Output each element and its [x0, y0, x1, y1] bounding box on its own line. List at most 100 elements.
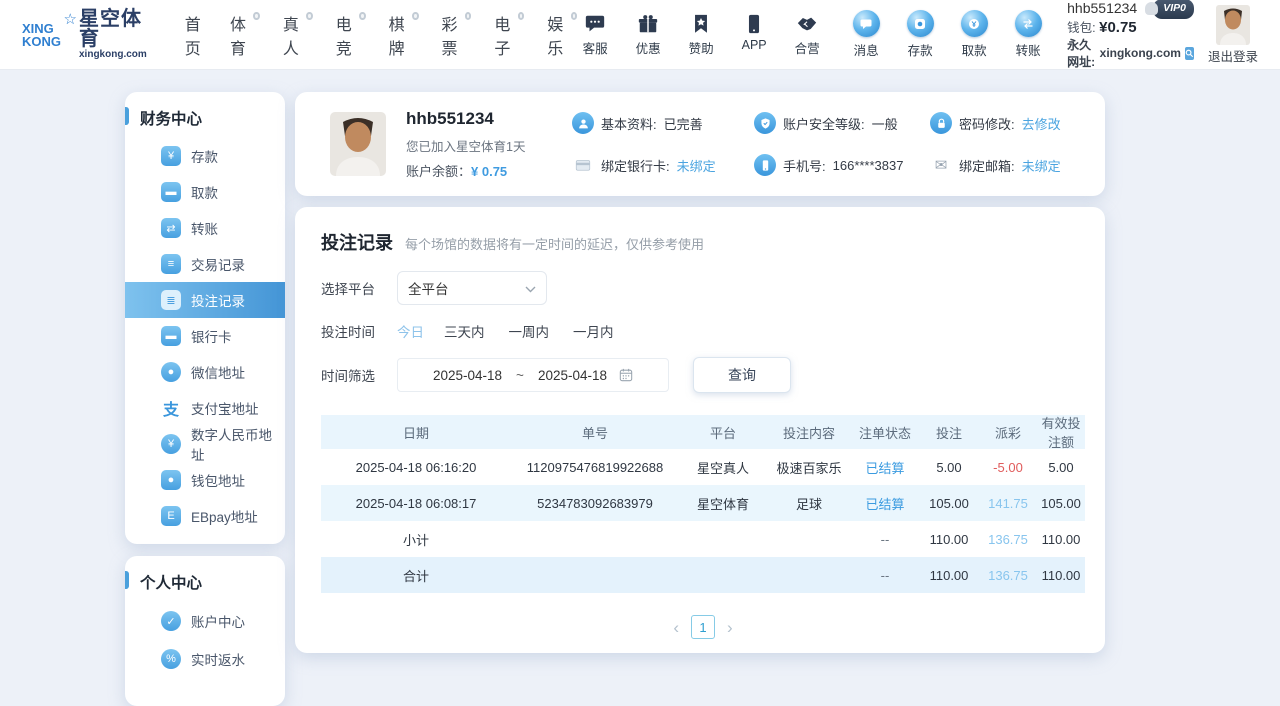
sidebar-item-alipay-address[interactable]: 支支付宝地址 [125, 390, 285, 426]
time-option-month[interactable]: 一月内 [573, 321, 614, 341]
time-option-today[interactable]: 今日 [397, 321, 424, 341]
badge-star-icon [690, 13, 712, 35]
status-badge: 已结算 [851, 458, 919, 477]
phone-icon [754, 154, 776, 176]
profile-card: hhb551234 您已加入星空体育1天 账户余额：¥ 0.75 基本资料:已完… [295, 92, 1105, 196]
nav-item-home[interactable]: 首页 [185, 11, 207, 59]
card-icon: ▬ [161, 182, 181, 202]
time-option-week[interactable]: 一周内 [509, 321, 550, 341]
coin-icon [961, 10, 988, 37]
permanent-url: 永久网址:xingkong.com [1067, 37, 1194, 71]
user-info: hhb551234 VIP0 钱包: ¥0.75 永久网址:xingkong.c… [1067, 0, 1194, 71]
digital-yuan-icon: ¥ [161, 434, 181, 454]
sidebar-item-withdraw[interactable]: ▬取款 [125, 174, 285, 210]
main-nav: 首页 体育 真人 电竞 棋牌 彩票 电子 娱乐 [185, 11, 577, 59]
vip-badge: VIP0 [1153, 0, 1194, 19]
messages-button[interactable]: 消息 [847, 10, 885, 59]
nav-item-live[interactable]: 真人 [283, 11, 313, 59]
time-option-3days[interactable]: 三天内 [444, 321, 485, 341]
finance-panel-title: 财务中心 [125, 92, 285, 138]
smartphone-icon [743, 13, 765, 35]
nav-item-sports[interactable]: 体育 [230, 11, 260, 59]
partnership-link[interactable]: 合营 [789, 13, 825, 57]
next-page-button[interactable]: › [727, 619, 733, 636]
sidebar-item-realtime-rebate[interactable]: %实时返水 [125, 640, 285, 678]
app-download-link[interactable]: APP [736, 13, 772, 57]
sidebar-item-transactions[interactable]: ≡交易记录 [125, 246, 285, 282]
bank-card-outline-icon [572, 154, 594, 176]
nav-badge-icon [465, 12, 472, 20]
subtotal-row: 小计 -- 110.00 136.75 110.00 [321, 521, 1085, 557]
security-level-item: 账户安全等级:一般 [754, 112, 930, 134]
table-header-row: 日期 单号 平台 投注内容 注单状态 投注 派彩 有效投注额 [321, 415, 1085, 449]
vip-emblem-icon [1145, 2, 1158, 15]
bind-bank-card-item: 绑定银行卡:未绑定 [572, 154, 754, 176]
user-avatar[interactable] [1216, 5, 1250, 45]
finance-center-panel: 财务中心 ¥存款 ▬取款 ⇄转账 ≡交易记录 ≣投注记录 ▬银行卡 ●微信地址 … [125, 92, 285, 544]
sidebar-item-ebpay-address[interactable]: EEBpay地址 [125, 498, 285, 534]
page-number-button[interactable]: 1 [691, 615, 715, 639]
sponsor-link[interactable]: 赞助 [683, 13, 719, 57]
nav-item-chess[interactable]: 棋牌 [389, 11, 419, 59]
transfer-button[interactable]: 转账 [1009, 10, 1047, 59]
quick-links: 客服 优惠 赞助 APP 合营 [577, 13, 825, 57]
profile-info-grid: 基本资料:已完善 账户安全等级:一般 密码修改:去修改 绑定银行卡:未绑定 手机… [572, 112, 1090, 176]
deposit-button[interactable]: 存款 [901, 10, 939, 59]
sidebar-item-wechat-address[interactable]: ●微信地址 [125, 354, 285, 390]
bet-records-table: 日期 单号 平台 投注内容 注单状态 投注 派彩 有效投注额 2025-04-1… [321, 415, 1085, 593]
bind-bank-card-link[interactable]: 未绑定 [677, 156, 716, 175]
account-quick-actions: 消息 存款 取款 转账 [847, 10, 1047, 59]
percent-icon: % [161, 649, 181, 669]
calendar-icon[interactable] [619, 368, 633, 382]
date-to-input[interactable]: 2025-04-18 [538, 368, 607, 383]
nav-item-lottery[interactable]: 彩票 [442, 11, 472, 59]
account-check-icon: ✓ [161, 611, 181, 631]
change-password-link[interactable]: 去修改 [1022, 114, 1061, 133]
date-range-label: 时间筛选 [321, 365, 389, 385]
brand-logo-text: ☆ XINGKONG [22, 22, 75, 48]
personal-panel-title: 个人中心 [125, 556, 285, 602]
bind-email-link[interactable]: 未绑定 [1022, 156, 1061, 175]
nav-item-esports[interactable]: 电竞 [336, 11, 366, 59]
nav-item-slots[interactable]: 电子 [494, 11, 524, 59]
sidebar-item-wallet-address[interactable]: ●钱包地址 [125, 462, 285, 498]
status-badge: 已结算 [851, 494, 919, 513]
brand-logo[interactable]: ☆ XINGKONG 星空体育 xingkong.com [22, 9, 147, 60]
deposit-icon [907, 10, 934, 37]
shield-icon [754, 112, 776, 134]
sidebar-item-transfer[interactable]: ⇄转账 [125, 210, 285, 246]
date-range-picker[interactable]: 2025-04-18 ~ 2025-04-18 [397, 358, 669, 392]
sidebar-item-bank-card[interactable]: ▬银行卡 [125, 318, 285, 354]
prev-page-button[interactable]: ‹ [673, 619, 679, 636]
platform-select[interactable]: 全平台 [397, 271, 547, 305]
message-icon [853, 10, 880, 37]
phone-number-item: 手机号:166****3837 [754, 154, 930, 176]
site-search-icon[interactable] [1185, 47, 1194, 60]
accent-bar [125, 107, 129, 125]
sidebar-item-account-center[interactable]: ✓账户中心 [125, 602, 285, 640]
nav-badge-icon [412, 12, 419, 20]
envelope-icon: ✉ [930, 154, 952, 176]
profile-avatar [330, 112, 386, 176]
bind-email-item: ✉ 绑定邮箱:未绑定 [930, 154, 1090, 176]
sidebar-item-digital-rmb-address[interactable]: ¥数字人民币地址 [125, 426, 285, 462]
nav-item-entertainment[interactable]: 娱乐 [547, 11, 577, 59]
date-from-input[interactable]: 2025-04-18 [433, 368, 502, 383]
list-icon: ≡ [161, 254, 181, 274]
withdraw-button[interactable]: 取款 [955, 10, 993, 59]
handshake-icon [796, 13, 818, 35]
chevron-down-icon [525, 281, 536, 296]
sidebar-item-deposit[interactable]: ¥存款 [125, 138, 285, 174]
transfer-icon: ⇄ [161, 218, 181, 238]
bet-time-filter-label: 投注时间 [321, 321, 389, 341]
nav-badge-icon [306, 12, 313, 20]
sidebar-item-bet-records[interactable]: ≣投注记录 [125, 282, 285, 318]
transfer-arrows-icon [1015, 10, 1042, 37]
query-button[interactable]: 查询 [693, 357, 791, 393]
wechat-icon: ● [161, 362, 181, 382]
profile-username: hhb551234 [406, 109, 558, 129]
logout-button[interactable]: 退出登录 [1208, 46, 1258, 65]
promotions-link[interactable]: 优惠 [630, 13, 666, 57]
pagination: ‹ 1 › [321, 615, 1085, 639]
customer-service-link[interactable]: 客服 [577, 13, 613, 57]
